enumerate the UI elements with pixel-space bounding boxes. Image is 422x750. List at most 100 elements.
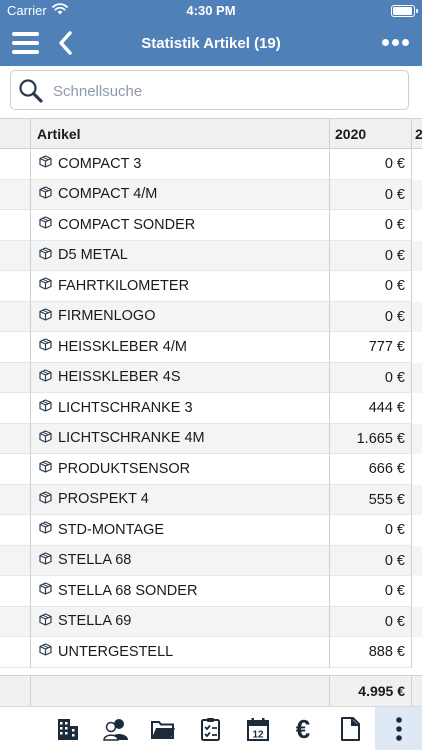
table-row[interactable]: HEISSKLEBER 4S 0 € [0, 362, 422, 393]
table-row[interactable]: LICHTSCHRANKE 4M 1.665 € [0, 423, 422, 454]
article-name: UNTERGESTELL [58, 643, 174, 660]
table-row[interactable]: D5 METAL 0 € [0, 240, 422, 271]
article-name: PRODUKTSENSOR [58, 460, 191, 477]
article-name: COMPACT 3 [58, 155, 142, 172]
box-icon [39, 430, 52, 443]
column-header-artikel[interactable]: Artikel [31, 119, 330, 148]
tab-files[interactable] [143, 707, 183, 750]
table-row[interactable]: COMPACT 4/M 0 € [0, 179, 422, 210]
article-name: STD-MONTAGE [58, 521, 165, 538]
calendar-day-label: 12 [252, 729, 264, 740]
table-row[interactable]: STD-MONTAGE 0 € [0, 515, 422, 546]
euro-icon: € [295, 713, 311, 744]
article-name: HEISSKLEBER 4S [58, 369, 181, 386]
box-icon [39, 186, 52, 199]
article-value-2020: 0 € [330, 515, 412, 546]
article-value-2020: 0 € [330, 606, 412, 637]
box-icon [39, 521, 52, 534]
box-icon [39, 552, 52, 565]
article-value-2020: 0 € [330, 301, 412, 332]
table-row[interactable]: STELLA 68 0 € [0, 545, 422, 576]
article-name: HEISSKLEBER 4/M [58, 338, 187, 355]
article-name: LICHTSCHRANKE 3 [58, 399, 193, 416]
table-row[interactable]: COMPACT 3 0 € [0, 149, 422, 180]
users-icon [103, 718, 128, 741]
tab-tasks[interactable] [191, 707, 231, 750]
box-icon [39, 216, 52, 229]
box-icon [39, 491, 52, 504]
tab-more[interactable] [375, 707, 422, 750]
table-row[interactable]: UNTERGESTELL 888 € [0, 637, 422, 668]
battery-icon [391, 5, 418, 17]
tab-calendar[interactable]: 12 [238, 707, 278, 750]
tab-documents[interactable] [330, 707, 370, 750]
table-row[interactable]: PROSPEKT 4 555 € [0, 484, 422, 515]
nav-bar: Statistik Artikel (19) [0, 20, 422, 66]
box-icon [39, 277, 52, 290]
article-name: STELLA 68 SONDER [58, 582, 198, 599]
article-value-2020: 0 € [330, 240, 412, 271]
article-name: COMPACT 4/M [58, 186, 158, 203]
tab-revenue[interactable]: € [283, 707, 323, 750]
box-icon [39, 155, 52, 168]
search-bar [0, 66, 422, 118]
article-value-2020: 0 € [330, 210, 412, 241]
document-icon [341, 716, 360, 741]
more-vertical-icon [395, 716, 402, 741]
table-row[interactable]: FIRMENLOGO 0 € [0, 301, 422, 332]
column-header-2020[interactable]: 2020 [330, 119, 412, 148]
menu-button[interactable] [12, 32, 39, 54]
calendar-icon: 12 [247, 717, 269, 741]
article-name: FIRMENLOGO [58, 308, 156, 325]
article-name: STELLA 69 [58, 613, 132, 630]
article-value-2020: 555 € [330, 484, 412, 515]
article-value-2020: 0 € [330, 149, 412, 180]
box-icon [39, 613, 52, 626]
article-value-2020: 777 € [330, 332, 412, 363]
article-value-2020: 0 € [330, 179, 412, 210]
article-name: PROSPEKT 4 [58, 491, 149, 508]
tab-bar: 12 € [0, 706, 422, 750]
box-icon [39, 308, 52, 321]
table-row[interactable]: LICHTSCHRANKE 3 444 € [0, 393, 422, 424]
article-value-2020: 0 € [330, 545, 412, 576]
article-name: D5 METAL [58, 247, 128, 264]
box-icon [39, 338, 52, 351]
folder-icon [151, 720, 175, 739]
column-header-next[interactable]: 2 [412, 119, 422, 148]
article-name: FAHRTKILOMETER [58, 277, 190, 294]
box-icon [39, 399, 52, 412]
box-icon [39, 369, 52, 382]
table-body: COMPACT 3 0 € COMPACT 4/M 0 € COMPACT SO… [0, 149, 422, 668]
table-row[interactable]: COMPACT SONDER 0 € [0, 210, 422, 241]
clipboard-check-icon [201, 717, 220, 741]
article-value-2020: 0 € [330, 271, 412, 302]
status-time: 4:30 PM [186, 3, 236, 18]
table-header: Artikel 2020 2 [0, 118, 422, 149]
search-input[interactable] [51, 77, 395, 105]
table-row[interactable]: FAHRTKILOMETER 0 € [0, 271, 422, 302]
article-value-2020: 1.665 € [330, 423, 412, 454]
article-name: STELLA 68 [58, 552, 132, 569]
more-options-button[interactable] [382, 39, 409, 47]
box-icon [39, 643, 52, 656]
table-total-row: 4.995 € [0, 675, 422, 706]
article-name: COMPACT SONDER [58, 216, 196, 233]
app-header: Carrier 4:30 PM Statistik Artikel (19) [0, 0, 422, 66]
article-name: LICHTSCHRANKE 4M [58, 430, 205, 447]
search-icon [19, 79, 43, 103]
table-row[interactable]: STELLA 69 0 € [0, 606, 422, 637]
search-box [10, 70, 409, 110]
back-button[interactable] [56, 30, 76, 56]
table-row[interactable]: PRODUKTSENSOR 666 € [0, 454, 422, 485]
tab-companies[interactable] [48, 707, 88, 750]
box-icon [39, 247, 52, 260]
building-icon [58, 718, 78, 740]
table-row[interactable]: STELLA 68 SONDER 0 € [0, 576, 422, 607]
article-value-2020: 0 € [330, 576, 412, 607]
article-value-2020: 888 € [330, 637, 412, 668]
article-value-2020: 0 € [330, 362, 412, 393]
table-row[interactable]: HEISSKLEBER 4/M 777 € [0, 332, 422, 363]
tab-contacts[interactable] [96, 707, 136, 750]
article-value-2020: 444 € [330, 393, 412, 424]
